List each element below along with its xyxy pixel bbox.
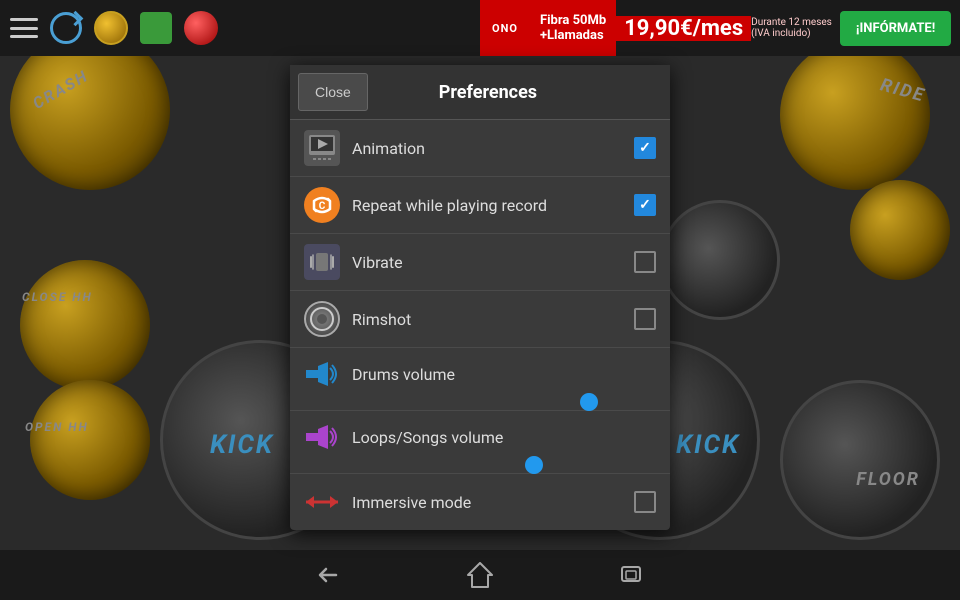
- loops-volume-icon: [304, 419, 340, 455]
- repeat-icon: C: [304, 187, 340, 223]
- recents-button[interactable]: [616, 559, 648, 591]
- immersive-label: Immersive mode: [352, 493, 634, 512]
- immersive-icon: [304, 484, 340, 520]
- svg-text:C: C: [319, 201, 326, 212]
- animation-checkbox[interactable]: [634, 137, 656, 159]
- pref-item-repeat[interactable]: C Repeat while playing record: [290, 177, 670, 234]
- drums-volume-row: Drums volume: [304, 356, 656, 392]
- close-button[interactable]: Close: [298, 73, 368, 111]
- pref-item-loops-volume: Loops/Songs volume: [290, 411, 670, 474]
- ad-banner: ONO Fibra 50Mb +Llamadas 19,90€/mes Dura…: [480, 0, 960, 56]
- ad-button[interactable]: ¡INFÓRMATE!: [840, 11, 951, 46]
- home-button[interactable]: [464, 559, 496, 591]
- top-bar-left: [10, 11, 218, 45]
- back-button[interactable]: [312, 559, 344, 591]
- drums-volume-label: Drums volume: [352, 365, 656, 384]
- top-bar: ONO Fibra 50Mb +Llamadas 19,90€/mes Dura…: [0, 0, 960, 56]
- animation-icon: [304, 130, 340, 166]
- loops-volume-label: Loops/Songs volume: [352, 428, 656, 447]
- metronome-icon[interactable]: [94, 11, 128, 45]
- pref-item-vibrate[interactable]: Vibrate: [290, 234, 670, 291]
- stop-icon[interactable]: [184, 11, 218, 45]
- snare-pad: [660, 200, 780, 320]
- drums-volume-icon: [304, 356, 340, 392]
- pref-item-immersive[interactable]: Immersive mode: [290, 474, 670, 530]
- rimshot-icon: [304, 301, 340, 337]
- bottom-nav: [0, 550, 960, 600]
- rimshot-checkbox[interactable]: [634, 308, 656, 330]
- rimshot-label: Rimshot: [352, 310, 634, 329]
- pref-title: Preferences: [376, 82, 670, 103]
- loops-volume-row: Loops/Songs volume: [304, 419, 656, 455]
- loops-volume-thumb[interactable]: [525, 456, 543, 474]
- vibrate-icon: [304, 244, 340, 280]
- pref-header: Close Preferences: [290, 65, 670, 120]
- animation-label: Animation: [352, 139, 634, 158]
- vibrate-label: Vibrate: [352, 253, 634, 272]
- openhh-cymbal: [30, 380, 150, 500]
- ad-brand: ONO: [480, 0, 530, 56]
- floor-label: FLOOR: [856, 469, 920, 490]
- ride-cymbal: [780, 40, 930, 190]
- kick1-label: KICK: [210, 430, 274, 460]
- closehh-label: CLOSE HH: [22, 290, 93, 304]
- small-cymbal: [850, 180, 950, 280]
- preferences-dialog: Close Preferences Animation C: [290, 65, 670, 530]
- pref-item-rimshot[interactable]: Rimshot: [290, 291, 670, 348]
- menu-icon[interactable]: [10, 18, 38, 38]
- ad-price: 19,90€/mes: [616, 16, 751, 41]
- pref-item-animation[interactable]: Animation: [290, 120, 670, 177]
- immersive-checkbox[interactable]: [634, 491, 656, 513]
- closehh-cymbal: [20, 260, 150, 390]
- refresh-icon[interactable]: [50, 12, 82, 44]
- ad-price-sub: Durante 12 meses (IVA incluido): [751, 17, 832, 39]
- record-icon[interactable]: [140, 12, 172, 44]
- ad-fibra: Fibra 50Mb +Llamadas: [530, 0, 616, 56]
- floor-pad: [780, 380, 940, 540]
- drums-volume-thumb[interactable]: [580, 393, 598, 411]
- vibrate-checkbox[interactable]: [634, 251, 656, 273]
- openhh-label: OPEN HH: [25, 420, 89, 434]
- repeat-checkbox[interactable]: [634, 194, 656, 216]
- kick2-label: KICK: [676, 430, 740, 460]
- repeat-label: Repeat while playing record: [352, 196, 634, 215]
- pref-item-drums-volume: Drums volume: [290, 348, 670, 411]
